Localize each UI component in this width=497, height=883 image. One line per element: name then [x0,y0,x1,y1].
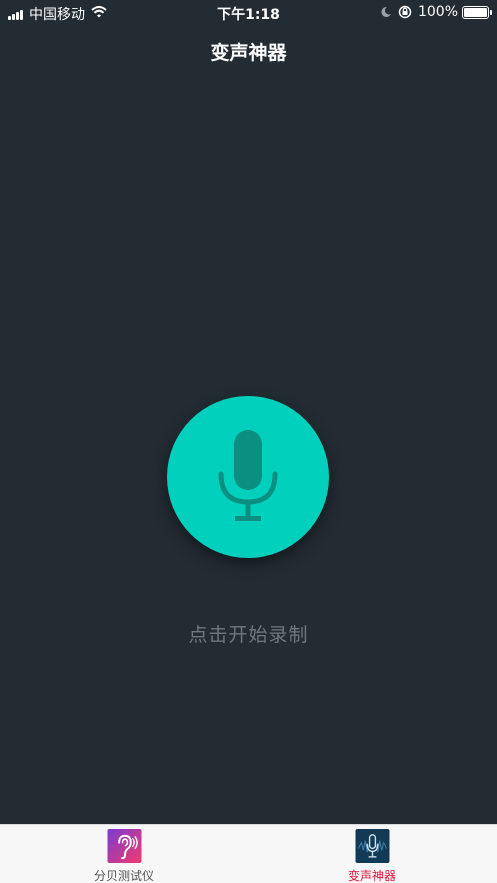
record-hint: 点击开始录制 [188,624,309,646]
orientation-lock-icon [398,5,412,19]
microphone-icon [218,430,278,521]
tab-bar: 分贝测试仪 变声神器 [0,824,497,883]
microphone-icon [355,829,389,863]
tab-label: 变声神器 [347,869,396,883]
tab-label: 分贝测试仪 [93,869,154,883]
status-right: 100% [380,4,492,20]
page-title: 变声神器 [210,42,287,64]
record-button[interactable] [167,396,329,558]
ear-icon [107,829,141,863]
battery-icon [462,5,492,19]
status-bar: 中国移动 下午1:18 100% [0,0,497,26]
battery-percent: 100% [417,4,458,20]
tab-voice-changer[interactable]: 变声神器 [312,829,432,883]
tab-decibel-meter[interactable]: 分贝测试仪 [64,829,184,883]
moon-icon [380,6,392,18]
